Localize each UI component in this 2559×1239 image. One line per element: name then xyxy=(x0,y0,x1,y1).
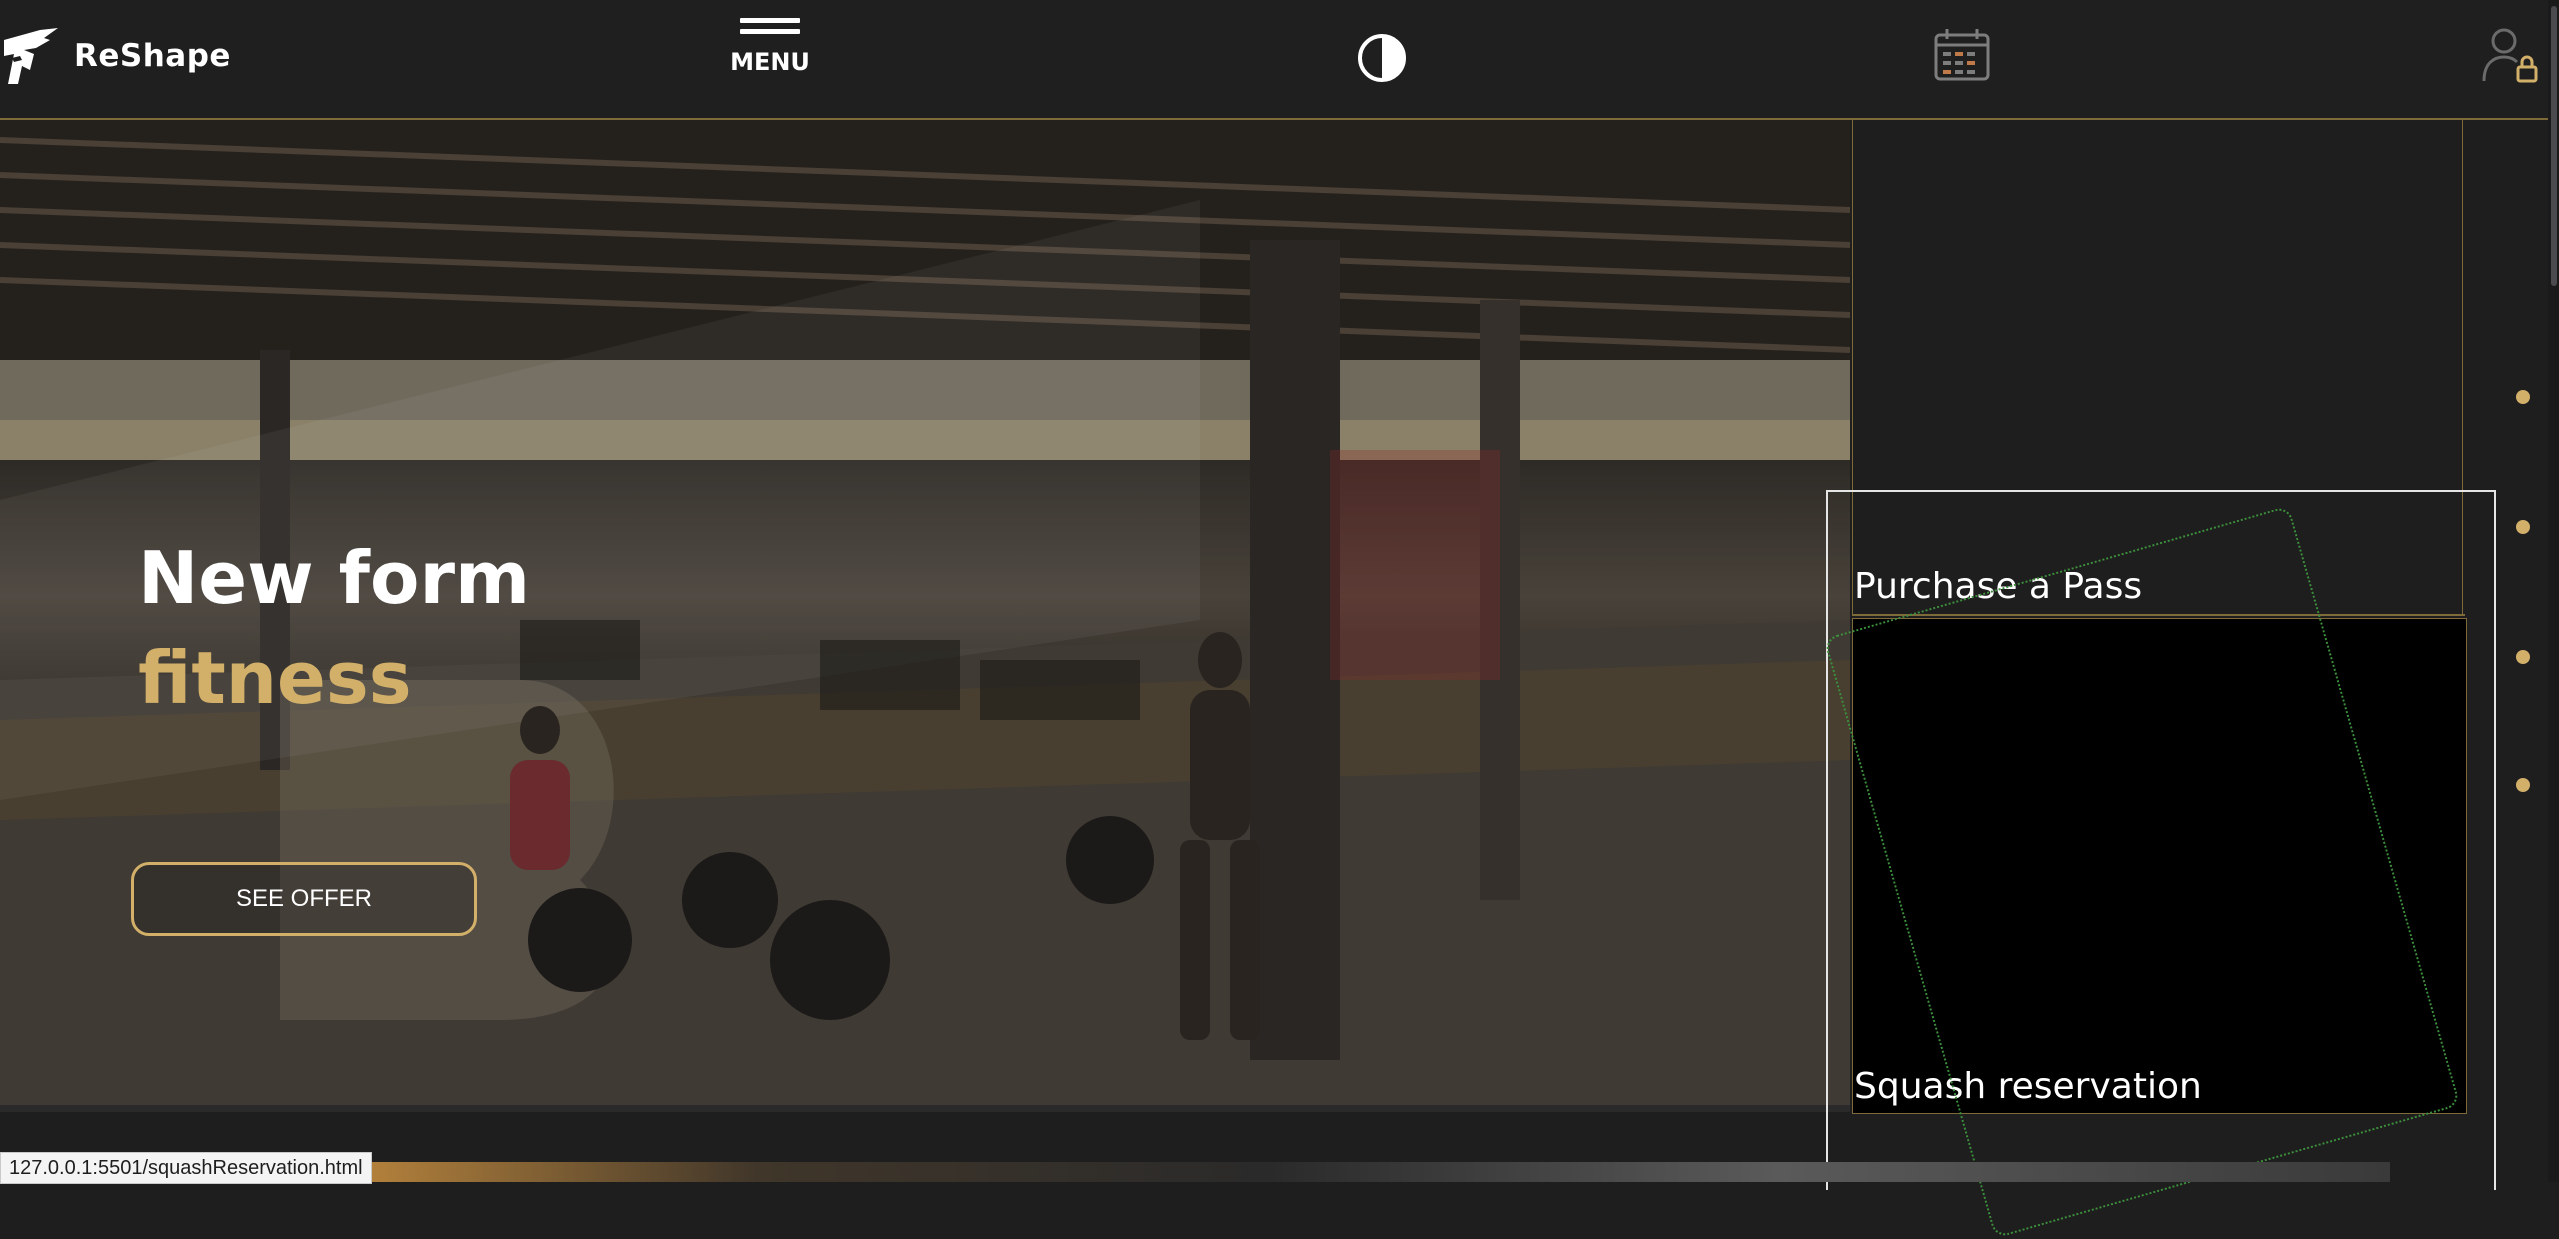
purchase-pass-link[interactable]: Purchase a Pass xyxy=(1854,566,2142,607)
site-header: ReShape MENU xyxy=(0,0,2548,120)
contrast-icon[interactable] xyxy=(1356,32,1408,84)
slider-dot-4[interactable] xyxy=(2516,778,2530,792)
see-offer-button[interactable]: SEE OFFER xyxy=(131,862,477,936)
slider-dot-1[interactable] xyxy=(2516,390,2530,404)
hero-title-line2: fitness xyxy=(138,636,412,720)
menu-label: MENU xyxy=(730,48,810,76)
hero-title: New form fitness xyxy=(138,528,530,728)
squash-reservation-link[interactable]: Squash reservation xyxy=(1854,1066,2202,1107)
scrollbar-thumb[interactable] xyxy=(2551,6,2557,286)
hero-section: New form fitness SEE OFFER xyxy=(0,120,1850,1112)
hero-title-line1: New form xyxy=(138,536,530,620)
calendar-icon[interactable] xyxy=(1933,27,1991,83)
card-divider xyxy=(1852,614,2465,616)
reshape-logo-icon xyxy=(4,28,58,84)
next-section-preview xyxy=(350,1162,2390,1182)
user-lock-icon[interactable] xyxy=(2480,25,2540,85)
status-bar-url: 127.0.0.1:5501/squashReservation.html xyxy=(0,1152,372,1184)
slider-dot-2[interactable] xyxy=(2516,520,2530,534)
hamburger-icon-bar xyxy=(740,18,800,23)
squash-reservation-card[interactable] xyxy=(1852,618,2467,1114)
hamburger-icon-bar xyxy=(740,29,800,34)
brand-name: ReShape xyxy=(74,38,231,74)
brand-logo[interactable]: ReShape xyxy=(0,26,231,86)
menu-button[interactable]: MENU xyxy=(720,14,820,100)
slider-dot-3[interactable] xyxy=(2516,650,2530,664)
